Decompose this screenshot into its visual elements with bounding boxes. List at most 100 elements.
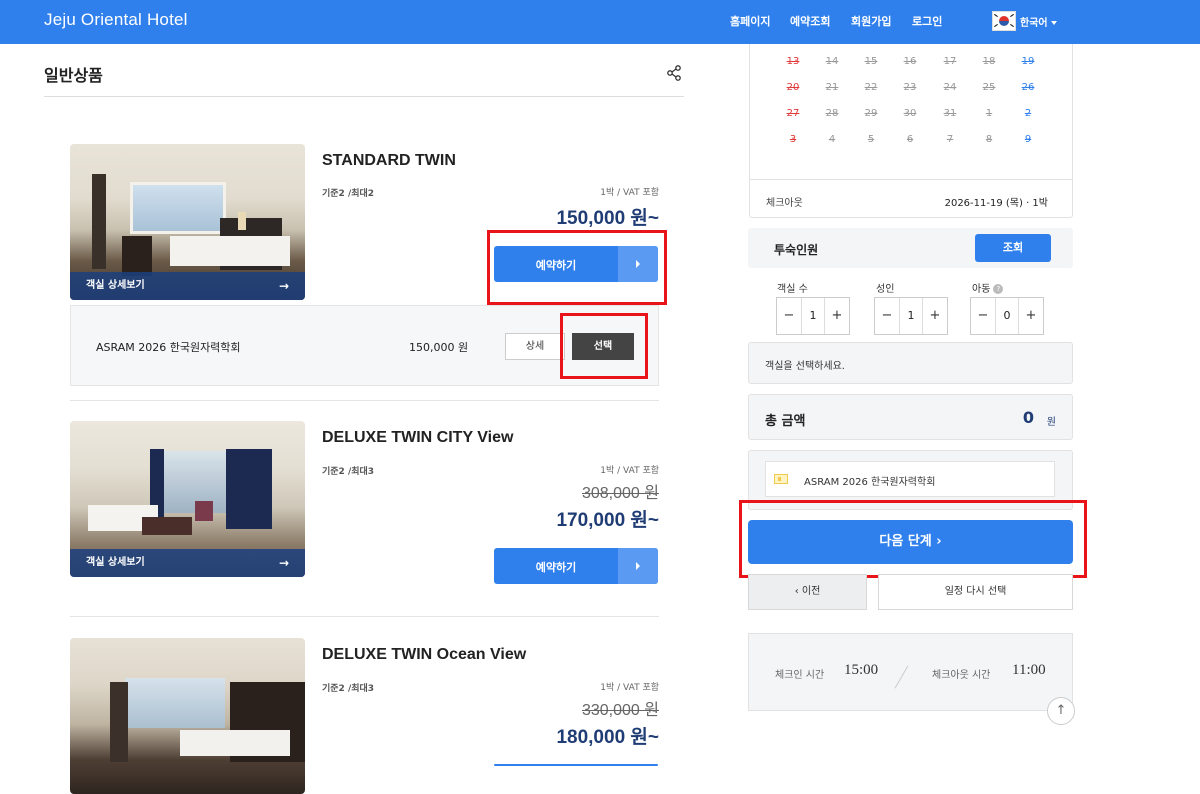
room-divider [70, 616, 659, 617]
minus-button[interactable]: − [777, 298, 802, 334]
highlight-box-book [487, 230, 667, 305]
room-vat-note: 1박 / VAT 포함 [600, 683, 659, 693]
calendar-day: 29 [864, 108, 878, 119]
previous-button[interactable]: ‹ 이전 [748, 574, 867, 610]
room-name: STANDARD TWIN [322, 152, 456, 169]
room-image-deluxe-ocean[interactable] [70, 638, 305, 794]
guests-title: 투숙인원 [774, 243, 819, 257]
divider-slash [894, 665, 909, 689]
calendar-day: 25 [982, 82, 996, 93]
highlight-box-select [560, 313, 648, 379]
nav-signup[interactable]: 회원가입 [851, 13, 891, 29]
checkin-checkout-times: 체크인 시간 15:00 체크아웃 시간 11:00 [748, 633, 1073, 711]
calendar-day: 22 [864, 82, 878, 93]
minus-button[interactable]: − [971, 298, 996, 334]
calendar-day: 18 [982, 56, 996, 67]
scroll-top-button[interactable]: ↑ [1047, 697, 1075, 725]
chevron-right-icon [618, 548, 658, 584]
nav-login[interactable]: 로그인 [912, 13, 942, 29]
total-value: 0 [1022, 408, 1034, 427]
calendar-day: 21 [825, 82, 839, 93]
arrow-right-icon: → [278, 279, 289, 293]
plus-button[interactable]: + [1018, 298, 1043, 334]
calendar-day: 6 [906, 134, 914, 145]
language-label: 한국어 [1020, 18, 1048, 29]
package-detail-button[interactable]: 상세 [505, 333, 565, 360]
checkout-value: 2026-11-19 (목) · 1박 [944, 198, 1048, 209]
room-select-text: 객실을 선택하세요. [765, 361, 845, 372]
room-detail-bar[interactable]: 객실 상세보기 → [70, 272, 305, 300]
children-label-wrap: 아동? [972, 280, 1004, 295]
package-name: ASRAM 2026 한국원자력학회 [96, 341, 241, 354]
adults-label: 성인 [876, 284, 895, 295]
calendar-day: 5 [867, 134, 875, 145]
minus-button[interactable]: − [875, 298, 900, 334]
plus-button[interactable]: + [922, 298, 947, 334]
calendar-day: 27 [786, 108, 800, 119]
room-name: DELUXE TWIN Ocean View [322, 646, 527, 663]
caret-down-icon [1050, 21, 1057, 25]
calendar-day: 2 [1024, 108, 1032, 119]
checkin-time-label: 체크인 시간 [775, 670, 825, 681]
selected-package-item: ASRAM 2026 한국원자력학회 [765, 461, 1055, 497]
calendar: 13 14 15 16 17 18 19 20 21 22 23 24 25 26 27 28 29 30 31 1 2… [749, 44, 1073, 180]
calendar-day: 13 [786, 56, 800, 67]
room-capacity: 기준2 /최대3 [322, 684, 375, 694]
checkout-row: 체크아웃 2026-11-19 (목) · 1박 [749, 180, 1073, 218]
checkout-time: 11:00 [1012, 662, 1046, 678]
korea-flag-icon[interactable] [992, 11, 1016, 31]
room-original-price: 308,000 원 [581, 485, 659, 502]
room-price: 150,000 원~ [556, 208, 659, 229]
query-button[interactable]: 조회 [975, 234, 1051, 262]
room-original-price: 330,000 원 [581, 702, 659, 719]
children-value: 0 [1003, 309, 1011, 322]
total-amount-box: 총 금액 0 원 [748, 394, 1073, 440]
calendar-day: 9 [1024, 134, 1032, 145]
room-detail-bar[interactable]: 객실 상세보기 → [70, 549, 305, 577]
total-label: 총 금액 [765, 414, 806, 429]
arrow-right-icon: → [278, 556, 289, 570]
checkin-time: 15:00 [844, 662, 879, 678]
room-price: 170,000 원~ [556, 510, 659, 531]
nav-reservation-check[interactable]: 예약조회 [790, 13, 830, 29]
room-detail-label: 객실 상세보기 [86, 557, 145, 568]
calendar-day: 28 [825, 108, 839, 119]
calendar-day: 26 [1021, 82, 1035, 93]
calendar-day: 7 [946, 134, 954, 145]
calendar-day: 17 [943, 56, 957, 67]
total-unit: 원 [1046, 417, 1056, 428]
plus-button[interactable]: + [824, 298, 849, 334]
checkout-time-label: 체크아웃 시간 [932, 670, 991, 681]
package-price: 150,000 원 [409, 341, 469, 354]
children-label: 아동 [972, 284, 991, 295]
room-image-standard-twin[interactable]: 객실 상세보기 → [70, 144, 305, 300]
top-header: Jeju Oriental Hotel 홈페이지 예약조회 회원가입 로그인 한… [0, 0, 1200, 44]
guests-header: 투숙인원 조회 [748, 228, 1073, 268]
rooms-stepper: − 1 + [776, 297, 850, 335]
book-button[interactable]: 예약하기 [494, 548, 658, 584]
children-stepper: − 0 + [970, 297, 1044, 335]
calendar-day: 1 [985, 108, 993, 119]
help-icon[interactable]: ? [993, 284, 1004, 294]
calendar-day: 23 [903, 82, 917, 93]
language-selector[interactable]: 한국어 [1020, 14, 1057, 29]
calendar-day: 14 [825, 56, 839, 67]
nav-home[interactable]: 홈페이지 [730, 13, 770, 29]
calendar-day: 30 [903, 108, 917, 119]
room-divider [70, 400, 659, 401]
calendar-day: 3 [789, 134, 797, 145]
room-price: 180,000 원~ [556, 727, 659, 748]
calendar-day: 15 [864, 56, 878, 67]
room-select-message: 객실을 선택하세요. [748, 342, 1073, 384]
highlight-box-next [739, 500, 1087, 578]
calendar-day: 24 [943, 82, 957, 93]
reselect-dates-button[interactable]: 일정 다시 선택 [878, 574, 1073, 610]
adults-stepper: − 1 + [874, 297, 948, 335]
calendar-day: 4 [828, 134, 836, 145]
section-title: 일반상품 [44, 66, 103, 85]
share-icon[interactable] [666, 65, 682, 81]
room-capacity: 기준2 /최대3 [322, 467, 375, 477]
hotel-logo[interactable]: Jeju Oriental Hotel [44, 10, 188, 30]
calendar-day: 31 [943, 108, 957, 119]
room-image-deluxe-city[interactable]: 객실 상세보기 → [70, 421, 305, 577]
